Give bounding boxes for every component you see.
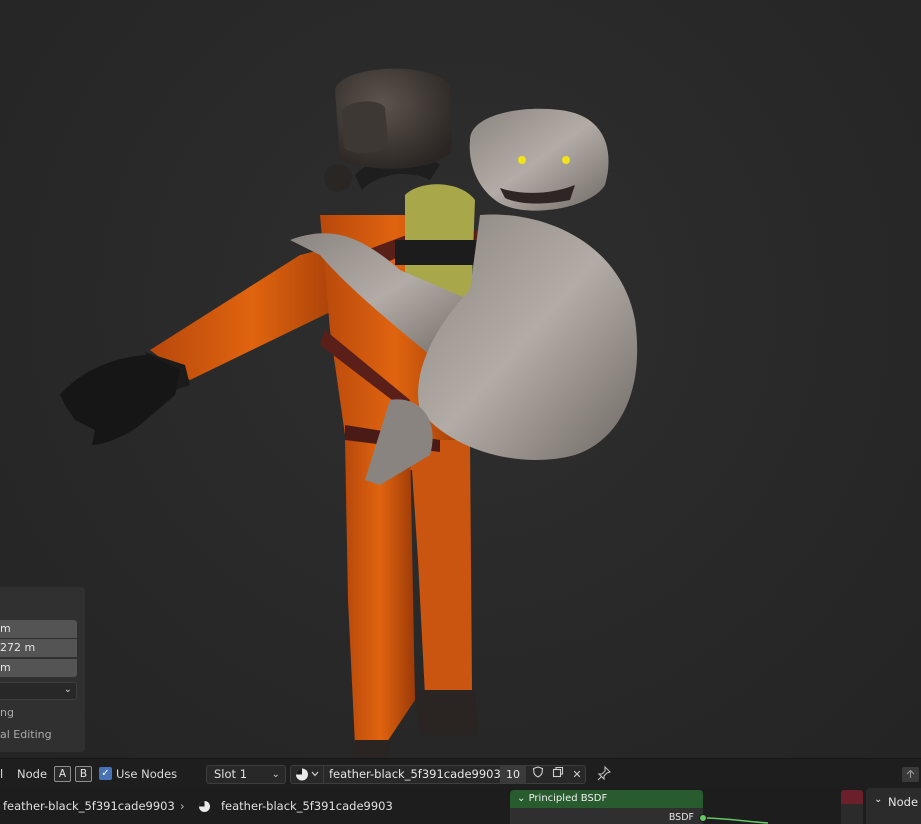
material-datablock-selector[interactable]: feather-black_5f391cade9903 10 ✕ [290, 765, 586, 784]
chevron-down-icon: ⌄ [874, 794, 883, 805]
scene-render [60, 68, 638, 758]
slot-dropdown[interactable]: Slot 1 ⌄ [206, 765, 286, 784]
option-label: al Editing [0, 728, 52, 741]
material-name[interactable]: feather-black_5f391cade9903 [329, 767, 501, 781]
breadcrumb-separator-icon: › [180, 799, 185, 813]
pin-icon[interactable] [596, 765, 612, 782]
menu-tab-edge[interactable]: l [0, 767, 3, 781]
sidebar-node-tab[interactable]: ⌄ Node [866, 788, 921, 824]
chevron-down-icon: ⌄ [63, 684, 72, 695]
principled-bsdf-node[interactable]: ⌄ Principled BSDF BSDF [510, 790, 703, 824]
node-editor-canvas[interactable]: feather-black_5f391cade9903 › feather-bl… [0, 788, 921, 824]
use-nodes-label: Use Nodes [116, 767, 178, 781]
material-sphere-icon [296, 768, 319, 781]
node-menu[interactable]: Node [17, 767, 47, 781]
chevron-down-icon: ⌄ [271, 769, 280, 780]
use-nodes-checkbox[interactable]: ✓ [99, 767, 112, 780]
node-editor-header: l Node A B ✓ Use Nodes Slot 1 ⌄ feather-… [0, 758, 921, 788]
area-corner-icon[interactable] [902, 767, 919, 782]
location-z-field[interactable]: m [0, 659, 77, 677]
3d-viewport[interactable]: m 272 m m ⌄ ng al Editing [0, 0, 921, 758]
node-title[interactable]: ⌄ Principled BSDF [510, 790, 703, 808]
unlink-close-icon[interactable]: ✕ [567, 766, 587, 783]
bsdf-output-label: BSDF [668, 812, 694, 823]
toggle-a-button[interactable]: A [54, 766, 71, 782]
user-count[interactable]: 10 [500, 766, 526, 783]
breadcrumb-object: feather-black_5f391cade9903 [3, 799, 175, 813]
material-sphere-icon [199, 801, 210, 812]
collapse-chevron-icon[interactable]: ⌄ [517, 793, 525, 804]
duplicate-icon[interactable] [548, 766, 568, 783]
bsdf-output-socket[interactable] [699, 814, 707, 822]
location-y-field[interactable]: 272 m [0, 639, 77, 657]
shader-link [701, 817, 769, 824]
material-output-node[interactable] [841, 790, 863, 824]
toggle-b-button[interactable]: B [75, 766, 92, 782]
breadcrumb-material: feather-black_5f391cade9903 [221, 799, 393, 813]
material-browse-button[interactable] [291, 766, 324, 783]
option-label: ng [0, 706, 14, 719]
location-x-field[interactable]: m [0, 620, 77, 638]
fake-user-shield-icon[interactable] [528, 766, 548, 783]
operation-dropdown[interactable]: ⌄ [0, 682, 77, 700]
